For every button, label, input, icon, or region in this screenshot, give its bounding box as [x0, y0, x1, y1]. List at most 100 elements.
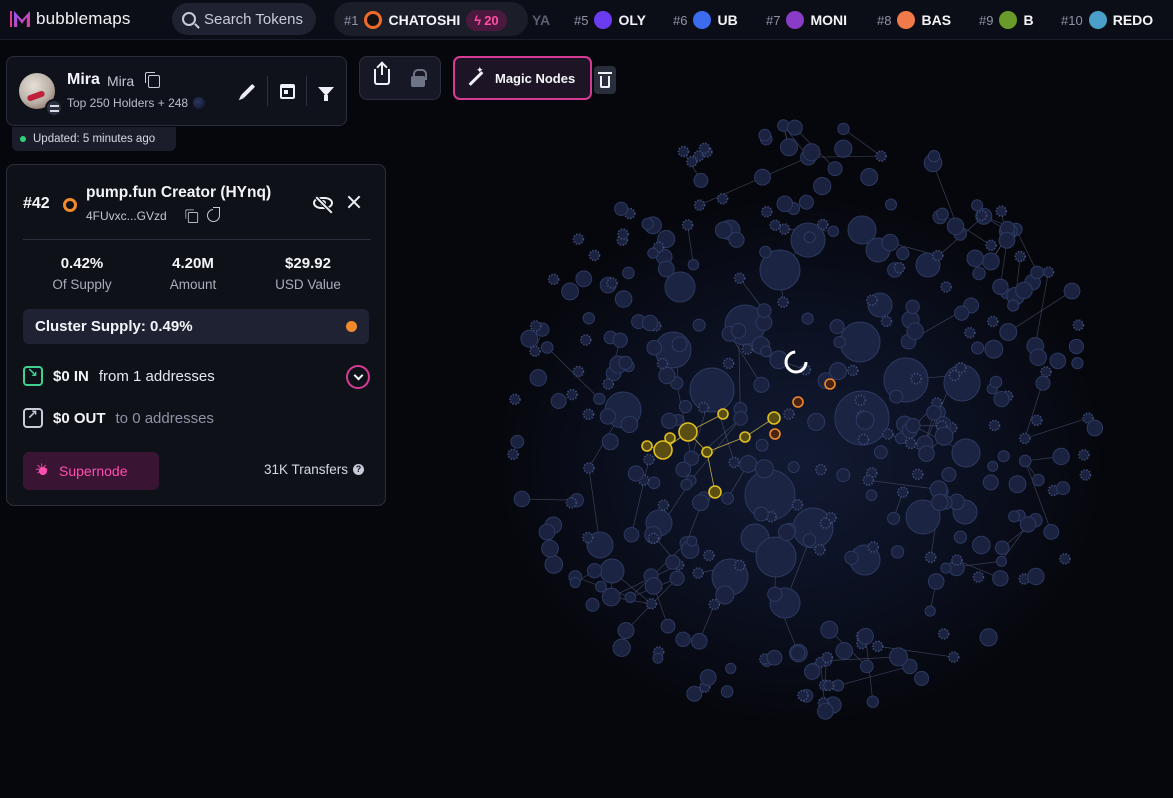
contract-bubble[interactable] [791, 498, 804, 511]
ticker-item[interactable]: #9 B [979, 0, 1034, 40]
contract-bubble[interactable] [529, 320, 542, 332]
contract-bubble[interactable] [760, 205, 773, 218]
contract-bubble[interactable] [565, 496, 578, 509]
contract-bubble[interactable] [963, 326, 976, 339]
holder-bubble[interactable] [1008, 510, 1021, 523]
holder-bubble[interactable] [798, 194, 814, 210]
holder-bubble[interactable] [612, 638, 631, 657]
holder-bubble[interactable] [658, 367, 676, 385]
holder-bubble[interactable] [569, 577, 581, 589]
contract-bubble[interactable] [777, 296, 789, 309]
contract-bubble[interactable] [783, 408, 795, 420]
search-tokens-button[interactable]: Search Tokens [172, 3, 316, 35]
contract-bubble[interactable] [697, 401, 710, 414]
cluster-bubble[interactable] [664, 432, 676, 444]
holder-bubble[interactable] [778, 523, 796, 541]
holder-bubble[interactable] [693, 172, 709, 188]
contract-bubble[interactable] [698, 142, 711, 155]
contract-bubble[interactable] [1014, 250, 1027, 263]
holder-bubble[interactable] [754, 168, 771, 186]
holder-bubble[interactable] [601, 433, 619, 451]
holder-bubble[interactable] [844, 550, 859, 565]
contract-bubble[interactable] [588, 249, 601, 262]
holder-bubble[interactable] [612, 332, 628, 348]
holder-bubble[interactable] [1029, 348, 1047, 367]
holder-bubble[interactable] [1035, 375, 1051, 391]
holder-bubble[interactable] [972, 535, 991, 555]
holder-bubble[interactable] [1030, 265, 1044, 280]
contract-bubble[interactable] [583, 462, 595, 474]
holder-bubble[interactable] [979, 628, 998, 647]
holder-bubble[interactable] [924, 605, 936, 617]
holder-bubble[interactable] [689, 367, 735, 413]
holder-bubble[interactable] [753, 506, 769, 522]
holder-bubble[interactable] [807, 412, 826, 431]
holder-bubble[interactable] [550, 393, 567, 409]
holder-bubble[interactable] [767, 586, 783, 602]
holder-bubble[interactable] [885, 198, 897, 211]
contract-bubble[interactable] [692, 567, 704, 579]
holder-bubble[interactable] [946, 217, 965, 236]
holder-bubble[interactable] [833, 336, 846, 349]
contract-bubble[interactable] [1042, 266, 1055, 279]
contract-bubble[interactable] [716, 193, 729, 205]
holder-bubble[interactable] [614, 201, 629, 216]
holder-bubble[interactable] [1019, 516, 1037, 533]
selected-cluster-bubble[interactable] [769, 428, 781, 440]
holder-bubble[interactable] [936, 207, 949, 221]
contract-bubble[interactable] [924, 551, 937, 564]
contract-bubble[interactable] [657, 499, 670, 511]
holder-bubble[interactable] [927, 150, 941, 163]
holder-bubble[interactable] [686, 685, 703, 702]
contract-bubble[interactable] [733, 272, 746, 285]
holder-bubble[interactable] [829, 319, 845, 335]
holder-bubble[interactable] [817, 702, 834, 720]
contract-bubble[interactable] [677, 145, 690, 158]
holder-bubble[interactable] [660, 618, 676, 634]
holder-bubble[interactable] [802, 143, 821, 162]
cluster-bubble[interactable] [708, 485, 722, 499]
holder-bubble[interactable] [992, 570, 1009, 587]
contract-bubble[interactable] [821, 651, 834, 664]
holder-bubble[interactable] [585, 597, 600, 612]
holder-bubble[interactable] [686, 535, 698, 547]
copy-icon[interactable] [185, 209, 199, 224]
contract-bubble[interactable] [947, 651, 960, 663]
contract-bubble[interactable] [816, 218, 829, 231]
holder-bubble[interactable] [971, 199, 984, 212]
holder-bubble[interactable] [733, 411, 748, 426]
contract-bubble[interactable] [547, 273, 560, 286]
cluster-bubble[interactable] [739, 431, 751, 443]
holder-bubble[interactable] [874, 445, 888, 460]
holder-bubble[interactable] [618, 355, 633, 370]
help-icon[interactable]: ? [353, 464, 365, 475]
holder-bubble[interactable] [699, 669, 717, 686]
holder-bubble[interactable] [905, 299, 920, 314]
holder-bubble[interactable] [510, 434, 525, 449]
holder-bubble[interactable] [1049, 352, 1067, 370]
contract-bubble[interactable] [529, 345, 541, 358]
holder-bubble[interactable] [520, 329, 539, 348]
holder-bubble[interactable] [905, 418, 921, 434]
holder-bubble[interactable] [1086, 419, 1104, 437]
contract-bubble[interactable] [581, 531, 594, 544]
contract-bubble[interactable] [778, 223, 791, 235]
selected-cluster-bubble[interactable] [824, 378, 836, 390]
holder-bubble[interactable] [780, 138, 798, 157]
holder-bubble[interactable] [982, 474, 999, 491]
holder-bubble[interactable] [835, 642, 854, 660]
contract-bubble[interactable] [582, 408, 595, 421]
contract-bubble[interactable] [606, 277, 618, 289]
holder-bubble[interactable] [860, 168, 879, 186]
holder-bubble[interactable] [836, 468, 851, 483]
holder-bubble[interactable] [753, 376, 770, 393]
contract-bubble[interactable] [1078, 449, 1090, 461]
contract-bubble[interactable] [1040, 365, 1052, 378]
holder-bubble[interactable] [931, 493, 949, 511]
holder-bubble[interactable] [513, 490, 531, 508]
contract-bubble[interactable] [871, 640, 884, 653]
holder-bubble[interactable] [982, 252, 1000, 271]
holder-bubble[interactable] [586, 563, 603, 579]
contract-bubble[interactable] [866, 294, 878, 307]
holder-bubble[interactable] [890, 545, 905, 559]
